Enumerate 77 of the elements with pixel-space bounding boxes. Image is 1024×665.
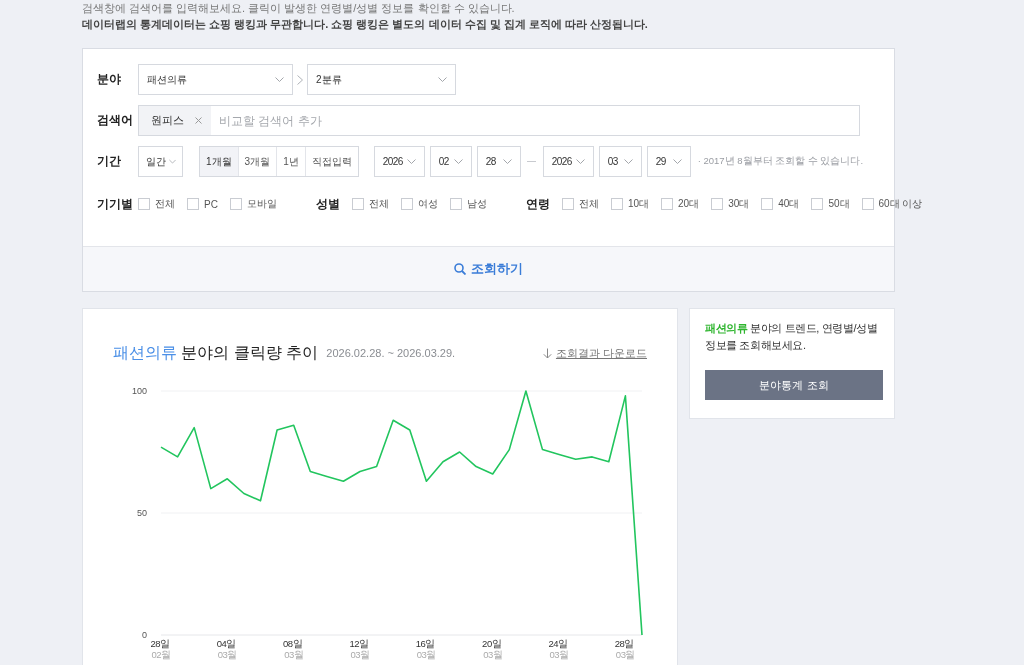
date-range: 2026.02.28. ~ 2026.03.29. xyxy=(326,347,456,359)
axis-label: 50 xyxy=(137,508,147,518)
checkbox[interactable] xyxy=(811,198,824,210)
checkbox[interactable] xyxy=(138,198,150,210)
dropdown[interactable]: 2026 xyxy=(373,146,425,177)
checkbox[interactable] xyxy=(449,198,462,210)
checkbox[interactable] xyxy=(761,198,774,210)
dropdown[interactable]: 02 xyxy=(429,146,472,177)
checkbox[interactable] xyxy=(400,198,413,210)
chart-title: 패션의류 분야의 클릭량 추이 xyxy=(113,342,319,363)
checkbox-label[interactable]: 전체 xyxy=(155,197,175,211)
chevron-down-icon xyxy=(672,159,682,164)
chevron-down-icon xyxy=(502,159,512,164)
checkbox[interactable] xyxy=(711,198,724,210)
keyword-field[interactable]: 원피스 비교할 검색어 추가 xyxy=(138,105,860,136)
chevron-right-icon xyxy=(297,74,303,85)
field-label: 기기별 xyxy=(97,195,134,213)
close-icon xyxy=(195,117,202,124)
chevron-down-icon xyxy=(575,159,585,164)
axis-label: 28일 03월 xyxy=(614,638,635,660)
checkbox-label[interactable]: 30대 xyxy=(728,197,750,211)
checkbox-label[interactable]: 10대 xyxy=(627,197,650,211)
download-link[interactable]: 조회결과 다운로드 xyxy=(542,345,647,361)
checkbox-label[interactable]: 50대 xyxy=(828,197,850,211)
dropdown[interactable]: 2026 xyxy=(542,146,594,177)
field-label: 분야 xyxy=(97,71,122,88)
dropdown[interactable]: 28 xyxy=(476,146,521,177)
axis-label: 08일 03월 xyxy=(283,638,304,660)
field-label: 검색어 xyxy=(97,112,134,129)
checkbox[interactable] xyxy=(661,198,674,210)
chevron-down-icon xyxy=(169,159,176,164)
dropdown[interactable]: 일간 xyxy=(138,146,183,177)
checkbox[interactable] xyxy=(351,198,364,210)
chevron-down-icon xyxy=(438,77,447,82)
search-button[interactable]: 조회하기 xyxy=(83,246,894,291)
checkbox-label[interactable]: 60대 이상 xyxy=(878,197,923,211)
period-note: · 2017년 8월부터 조회할 수 있습니다. xyxy=(697,155,864,168)
dropdown[interactable]: 29 xyxy=(646,146,691,177)
checkbox-label[interactable]: 전체 xyxy=(368,197,389,211)
axis-label: 20일 03월 xyxy=(482,638,503,660)
checkbox-label[interactable]: 40대 xyxy=(778,197,800,211)
side-panel-text: 패션의류 분야의 트렌드, 연령별/성별 정보를 조회해보세요. xyxy=(705,321,879,353)
dropdown[interactable]: 패션의류 xyxy=(138,64,293,95)
filter-group-label: 성별 xyxy=(315,195,340,213)
checkbox-label[interactable]: 여성 xyxy=(417,197,438,211)
download-icon xyxy=(542,347,552,359)
chevron-down-icon xyxy=(406,159,416,164)
axis-label: 12일 03월 xyxy=(349,638,370,660)
checkbox[interactable] xyxy=(229,198,242,210)
checkbox[interactable] xyxy=(187,198,199,210)
field-label: 기간 xyxy=(97,153,122,170)
checkbox-label[interactable]: 전체 xyxy=(578,197,599,211)
checkbox-label[interactable]: 모바일 xyxy=(246,197,277,211)
notice-text: 데이터랩의 통계데이터는 쇼핑 랭킹과 무관합니다. 쇼핑 랭킹은 별도의 데이터 수집 및 집계 로직에 따라 산정됩니다. xyxy=(82,17,649,32)
filter-group-label: 연령 xyxy=(525,195,550,213)
axis-label: 04일 03월 xyxy=(216,638,237,660)
axis-label: 24일 03월 xyxy=(548,638,569,660)
period-tab[interactable]: 1개월 xyxy=(200,147,238,176)
checkbox-label[interactable]: 20대 xyxy=(678,197,700,211)
checkbox[interactable] xyxy=(610,198,623,210)
chevron-down-icon xyxy=(453,159,463,164)
checkbox[interactable] xyxy=(561,198,574,210)
axis-label: 28일 02월 xyxy=(150,638,171,660)
notice-text: 검색창에 검색어를 입력해보세요. 클릭이 발생한 연령별/성별 정보를 확인할 수 있습니다. xyxy=(82,1,516,16)
dropdown[interactable]: 03 xyxy=(598,146,642,177)
checkbox-label[interactable]: PC xyxy=(204,198,218,210)
chevron-down-icon xyxy=(623,159,633,164)
checkbox-label[interactable]: 남성 xyxy=(466,197,487,211)
search-icon xyxy=(454,263,466,275)
checkbox[interactable] xyxy=(861,198,874,210)
axis-label: 0 xyxy=(142,630,147,640)
axis-label: 16일 03월 xyxy=(415,638,436,660)
axis-label: 100 xyxy=(131,386,147,396)
category-stats-button[interactable]: 분야통계 조회 xyxy=(705,370,883,400)
chevron-down-icon xyxy=(275,77,284,82)
dropdown[interactable]: 2분류 xyxy=(307,64,456,95)
keyword-chip[interactable]: 원피스 xyxy=(139,106,211,135)
